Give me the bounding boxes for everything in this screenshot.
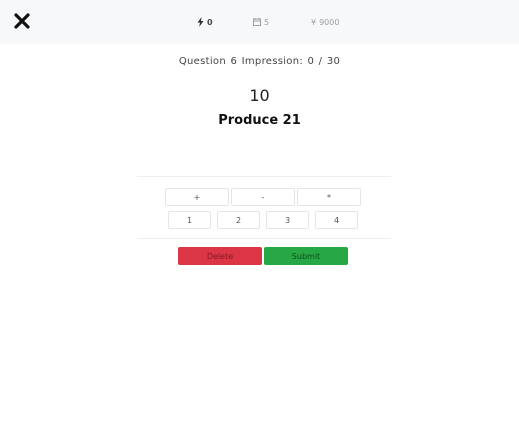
impression-total: 30 [326, 56, 341, 67]
operator-multiply-button[interactable]: * [297, 188, 361, 206]
number-3-button[interactable]: 3 [266, 211, 309, 229]
impression-separator: / [318, 56, 323, 67]
energy-stat: 0 [197, 15, 213, 29]
close-button[interactable] [13, 12, 31, 30]
number-2-button[interactable]: 2 [217, 211, 260, 229]
impression-current: 0 [307, 56, 315, 67]
number-4-button[interactable]: 4 [315, 211, 358, 229]
start-number: 10 [249, 86, 270, 105]
submit-button[interactable]: Submit [264, 247, 348, 265]
number-1-button[interactable]: 1 [168, 211, 211, 229]
top-bar: 0 5 ¥ 9000 [0, 0, 519, 44]
question-number: 6 [230, 56, 238, 67]
money-value: 9000 [319, 17, 340, 27]
calendar-icon [253, 18, 261, 26]
divider [137, 238, 391, 239]
money-stat: ¥ 9000 [311, 15, 339, 29]
goal-text: Produce 21 [218, 113, 301, 128]
question-label: Question [178, 56, 226, 67]
question-info: Question 6 Impression: 0 / 30 [0, 56, 519, 67]
days-stat: 5 [253, 15, 269, 29]
yen-icon: ¥ [311, 17, 317, 27]
bolt-icon [197, 17, 204, 27]
close-icon [14, 13, 30, 29]
energy-value: 0 [207, 17, 213, 27]
divider [137, 176, 391, 177]
operator-minus-button[interactable]: - [231, 188, 295, 206]
impression-label: Impression: [241, 56, 304, 67]
operator-plus-button[interactable]: + [165, 188, 229, 206]
days-value: 5 [264, 17, 270, 27]
delete-button[interactable]: Delete [178, 247, 262, 265]
